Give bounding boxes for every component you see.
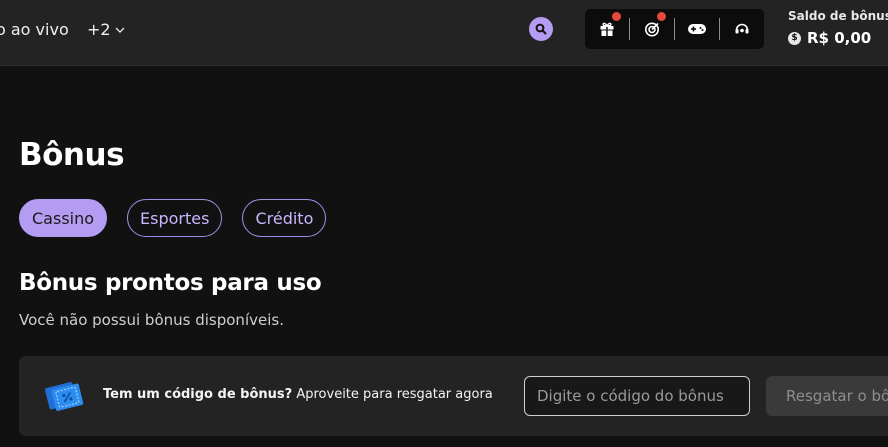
promo-headline: Tem um código de bônus? <box>103 387 293 402</box>
bonus-code-panel: Tem um código de bônus? Aproveite para r… <box>19 356 888 436</box>
promo-subtext: Aproveite para resgatar agora <box>296 387 493 402</box>
gift-icon <box>600 22 614 36</box>
bonus-balance-label: Saldo de bônus <box>788 9 888 23</box>
tab-cassino[interactable]: Cassino <box>19 199 108 237</box>
target-icon <box>645 22 659 37</box>
tab-esportes[interactable]: Esportes <box>127 199 223 237</box>
tab-credito[interactable]: Crédito <box>242 199 327 237</box>
nav-item-live[interactable]: o ao vivo <box>0 20 69 39</box>
search-icon <box>535 23 547 35</box>
section-title: Bônus prontos para uso <box>19 270 322 296</box>
top-bar: o ao vivo +2 Saldo de bônus $ R$ 0,00 <box>0 0 888 66</box>
gamepad-icon <box>688 24 706 34</box>
empty-state-text: Você não possui bônus disponíveis. <box>19 311 284 329</box>
support-button[interactable] <box>720 9 764 49</box>
promo-message: Tem um código de bônus? Aproveite para r… <box>103 387 493 402</box>
bonus-balance: Saldo de bônus $ R$ 0,00 <box>788 9 888 47</box>
gift-notification-badge <box>612 12 621 21</box>
bonus-category-tabs: Cassino Esportes Crédito <box>19 199 327 237</box>
missions-notification-badge <box>657 12 666 21</box>
nav-more-menu[interactable]: +2 <box>87 20 126 39</box>
nav-more-label: +2 <box>87 20 111 39</box>
coin-icon: $ <box>788 31 801 45</box>
ticket-icon <box>45 382 84 411</box>
missions-button[interactable] <box>630 9 674 49</box>
bonus-code-input[interactable] <box>524 376 750 416</box>
gift-button[interactable] <box>585 9 629 49</box>
page-title: Bônus <box>19 137 125 173</box>
chevron-down-icon <box>115 27 125 33</box>
bonus-balance-amount: $ R$ 0,00 <box>788 29 888 47</box>
headset-icon <box>735 23 749 34</box>
redeem-bonus-button[interactable]: Resgatar o bônus <box>766 376 888 416</box>
games-button[interactable] <box>675 9 719 49</box>
header-icon-group <box>585 9 764 49</box>
search-button[interactable] <box>529 17 553 41</box>
bonus-balance-value: R$ 0,00 <box>807 29 872 47</box>
